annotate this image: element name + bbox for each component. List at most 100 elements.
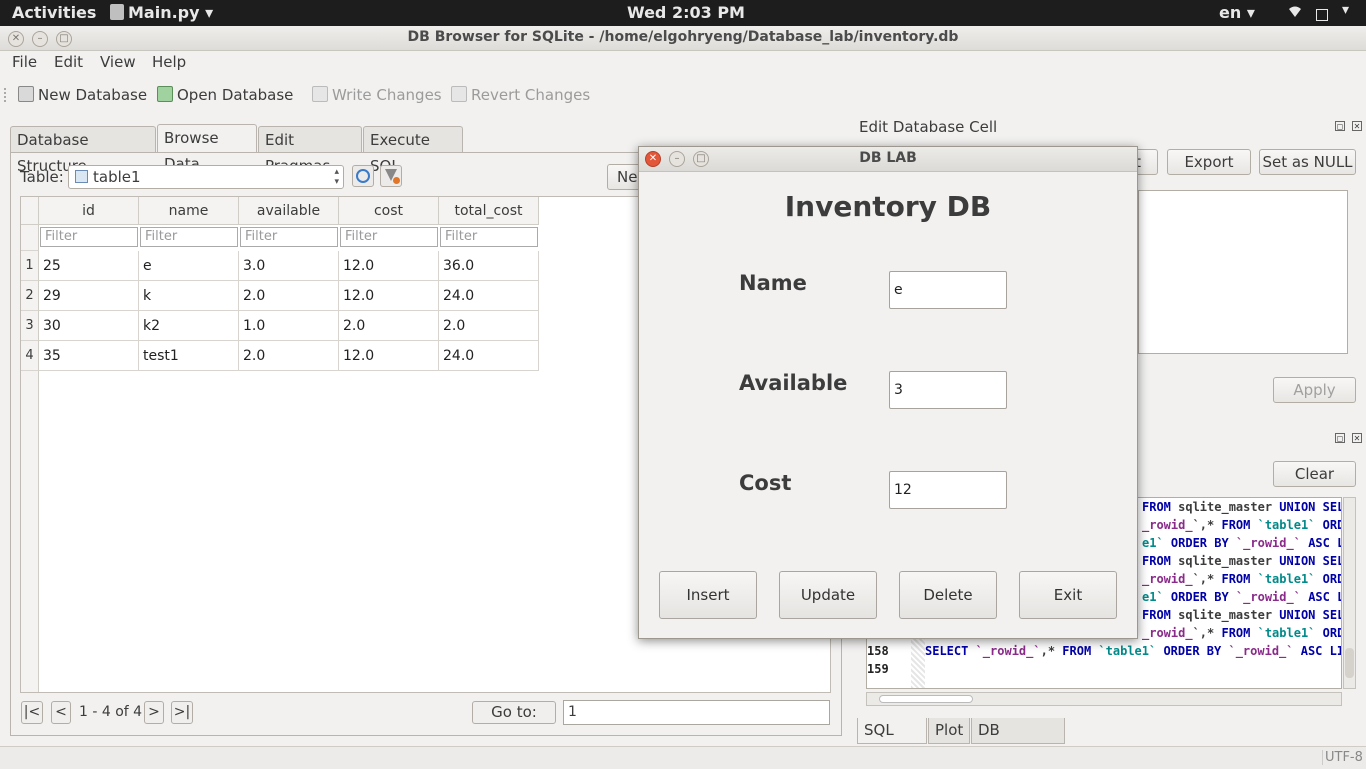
close-dock-icon[interactable]: ✕ [1352, 121, 1362, 131]
table-cell[interactable]: e [139, 251, 239, 281]
table-select[interactable]: table1 ▴ ▾ [68, 165, 344, 189]
row-number[interactable]: 4 [21, 341, 39, 371]
log-vertical-scrollbar[interactable] [1343, 497, 1356, 689]
wifi-icon[interactable] [1288, 5, 1302, 23]
write-changes-button[interactable]: Write Changes [312, 86, 442, 104]
row-number[interactable]: 2 [21, 281, 39, 311]
table-cell[interactable]: 30 [39, 311, 139, 341]
log-horizontal-scrollbar[interactable] [866, 692, 1342, 706]
sql-token: ORD [1322, 518, 1341, 532]
table-cell[interactable]: 2.0 [239, 341, 339, 371]
tab-browse-data[interactable]: Browse Data [157, 124, 257, 173]
menu-help[interactable]: Help [152, 53, 186, 71]
first-page-button[interactable]: |< [21, 701, 43, 724]
filter-input-total-cost[interactable]: Filter [440, 227, 538, 247]
table-cell[interactable]: 12.0 [339, 341, 439, 371]
menu-view[interactable]: View [100, 53, 136, 71]
refresh-icon [356, 169, 370, 183]
sql-token: FROM [1142, 500, 1179, 514]
open-database-button[interactable]: Open Database [157, 86, 293, 104]
row-number[interactable]: 3 [21, 311, 39, 341]
tab-sql-log[interactable]: SQL Log [857, 718, 927, 763]
tab-edit-pragmas[interactable]: Edit Pragmas [258, 126, 362, 175]
table-cell[interactable]: 3.0 [239, 251, 339, 281]
available-input[interactable]: 3 [889, 371, 1007, 409]
column-header-available[interactable]: available [239, 197, 339, 225]
table-cell[interactable]: 2.0 [439, 311, 539, 341]
toolbar-grip[interactable] [4, 88, 8, 102]
table-cell[interactable]: k2 [139, 311, 239, 341]
column-header-cost[interactable]: cost [339, 197, 439, 225]
next-page-button[interactable]: > [144, 701, 164, 724]
activities-button[interactable]: Activities [12, 3, 96, 22]
tab-database-structure[interactable]: Database Structure [10, 126, 156, 175]
apply-button[interactable]: Apply [1273, 377, 1356, 403]
app-menu[interactable]: Main.py ▾ [110, 3, 213, 22]
table-cell[interactable]: k [139, 281, 239, 311]
db-lab-dialog: ✕ – □ DB LAB Inventory DB Name e Availab… [638, 146, 1138, 639]
table-cell[interactable]: 12.0 [339, 281, 439, 311]
new-database-button[interactable]: New Database [18, 86, 147, 104]
table-cell[interactable]: 12.0 [339, 251, 439, 281]
table-cell[interactable]: test1 [139, 341, 239, 371]
exit-button[interactable]: Exit [1019, 571, 1117, 619]
filter-input-id[interactable]: Filter [40, 227, 138, 247]
undock-icon[interactable]: ◻ [1335, 121, 1345, 131]
prev-page-button[interactable]: < [51, 701, 71, 724]
open-database-label: Open Database [177, 86, 294, 104]
export-button[interactable]: Export [1167, 149, 1251, 175]
undock-log-icon[interactable]: ◻ [1335, 433, 1345, 443]
write-changes-icon [312, 86, 328, 102]
goto-input[interactable]: 1 [563, 700, 830, 725]
revert-changes-button[interactable]: Revert Changes [451, 86, 590, 104]
sql-log-code: SELECT `_rowid_`,* FROM `table1` ORDER B… [925, 642, 1341, 660]
row-number[interactable]: 1 [21, 251, 39, 281]
filter-input-available[interactable]: Filter [240, 227, 338, 247]
delete-button[interactable]: Delete [899, 571, 997, 619]
refresh-button[interactable] [352, 165, 374, 187]
sql-token: `table1` [1257, 626, 1323, 640]
last-page-button[interactable]: >| [171, 701, 193, 724]
system-menu-icon[interactable]: ▾ [1342, 2, 1349, 18]
clock[interactable]: Wed 2:03 PM [627, 3, 745, 22]
tab-execute-sql[interactable]: Execute SQL [363, 126, 463, 175]
cell-editor[interactable] [1138, 190, 1348, 354]
revert-changes-label: Revert Changes [471, 86, 591, 104]
cost-input[interactable]: 12 [889, 471, 1007, 509]
filter-input-name[interactable]: Filter [140, 227, 238, 247]
menu-edit[interactable]: Edit [54, 53, 83, 71]
filter-input-cost[interactable]: Filter [340, 227, 438, 247]
sql-token: ORD [1322, 626, 1341, 640]
log-hscroll-thumb[interactable] [879, 695, 973, 703]
log-vscroll-thumb[interactable] [1345, 648, 1354, 678]
insert-button[interactable]: Insert [659, 571, 757, 619]
close-log-icon[interactable]: ✕ [1352, 433, 1362, 443]
name-input[interactable]: e [889, 271, 1007, 309]
goto-button[interactable]: Go to: [472, 701, 556, 724]
column-header-name[interactable]: name [139, 197, 239, 225]
table-cell[interactable]: 24.0 [439, 341, 539, 371]
sql-log-code: _rowid_`,* FROM `table1` ORD [1142, 516, 1341, 534]
clear-filters-button[interactable] [380, 165, 402, 187]
menu-file[interactable]: File [12, 53, 37, 71]
sql-token: `,* [1192, 518, 1222, 532]
sql-token: ORD [1322, 572, 1341, 586]
table-cell[interactable]: 25 [39, 251, 139, 281]
tab-plot[interactable]: Plot [928, 718, 970, 744]
update-button[interactable]: Update [779, 571, 877, 619]
table-cell[interactable]: 35 [39, 341, 139, 371]
table-cell[interactable]: 29 [39, 281, 139, 311]
tab-db-schema[interactable]: DB Schema [971, 718, 1065, 763]
sql-log-code: e1` ORDER BY `_rowid_` ASC LI [1142, 534, 1341, 552]
table-cell[interactable]: 36.0 [439, 251, 539, 281]
table-cell[interactable]: 2.0 [339, 311, 439, 341]
table-cell[interactable]: 2.0 [239, 281, 339, 311]
table-cell[interactable]: 24.0 [439, 281, 539, 311]
battery-icon[interactable] [1316, 6, 1328, 25]
table-cell[interactable]: 1.0 [239, 311, 339, 341]
set-null-button[interactable]: Set as NULL [1259, 149, 1356, 175]
language-menu[interactable]: en ▾ [1219, 3, 1255, 22]
column-header-id[interactable]: id [39, 197, 139, 225]
clear-log-button[interactable]: Clear [1273, 461, 1356, 487]
column-header-total-cost[interactable]: total_cost [439, 197, 539, 225]
